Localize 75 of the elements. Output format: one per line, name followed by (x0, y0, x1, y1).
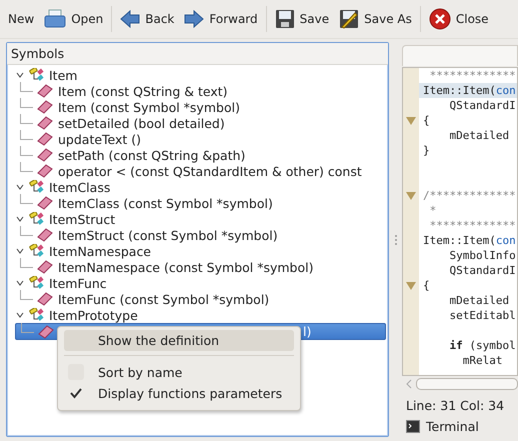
code-line: mDetailed (448, 128, 510, 143)
tree-item[interactable]: Item (const Symbol *symbol) (15, 99, 388, 115)
tree-item[interactable]: setPath (const QString &path) (15, 147, 388, 163)
function-icon (37, 292, 53, 306)
code-line: ************* (428, 218, 517, 233)
menu-item[interactable]: Sort by name (64, 362, 294, 383)
tree-item[interactable]: operator < (const QStandardItem & other) const (15, 163, 388, 179)
tree-item[interactable]: ItemClass (const Symbol *symbol) (15, 195, 388, 211)
cursor-position: Line: 31 Col: 34 (405, 396, 506, 414)
toolbar-button[interactable]: Back (115, 3, 180, 35)
close-icon (428, 8, 451, 30)
code-line: mRelat (462, 353, 504, 368)
function-icon (37, 84, 53, 98)
code-line: * (428, 203, 438, 218)
class-icon (29, 68, 45, 82)
editor-tab[interactable] (402, 45, 518, 66)
function-icon (37, 196, 53, 210)
class-icon (29, 212, 45, 226)
toolbar-button[interactable]: Forward (179, 3, 263, 35)
code-line: } (422, 143, 431, 158)
splitter-handle-icon[interactable] (394, 234, 396, 244)
function-icon (37, 260, 53, 274)
code-line: /************* (422, 188, 517, 203)
back-arrow-icon (120, 10, 140, 28)
class-icon (29, 244, 45, 258)
tree-item[interactable]: updateText () (15, 131, 388, 147)
class-icon (29, 180, 45, 194)
tree-item[interactable]: ItemStruct (15, 211, 388, 227)
function-icon (37, 164, 53, 178)
toolbar-button[interactable]: Save (270, 3, 334, 35)
toolbar-button[interactable]: New (3, 3, 40, 35)
code-line: mDetailed (448, 293, 510, 308)
menu-item[interactable]: Display functions parameters (64, 383, 294, 404)
panel-header: Symbols (7, 43, 388, 65)
class-icon (29, 276, 45, 290)
fold-marker-icon[interactable] (406, 282, 416, 290)
function-icon (37, 100, 53, 114)
code-line: if (symbol (448, 338, 517, 353)
tree-item[interactable]: ItemFunc (15, 275, 388, 291)
scroll-left-icon[interactable] (406, 378, 412, 388)
toolbar-button[interactable]: Open (39, 3, 108, 35)
tree-item[interactable]: ItemFunc (const Symbol *symbol) (15, 291, 388, 307)
tree-item[interactable]: Item (const QString & text) (15, 83, 388, 99)
function-icon (38, 324, 54, 338)
code-line: QStandardI (448, 263, 517, 278)
terminal-button[interactable]: Terminal (402, 416, 518, 436)
terminal-icon (406, 420, 420, 432)
code-line: SymbolInfo (448, 248, 517, 263)
toolbar-button[interactable]: Save As (334, 3, 417, 35)
function-icon (37, 132, 53, 146)
code-line: Item::Item(con (422, 233, 517, 248)
function-icon (37, 116, 53, 130)
scrollbar-thumb[interactable] (416, 378, 518, 390)
code-line: QStandardI (448, 98, 517, 113)
fold-marker-icon[interactable] (406, 192, 416, 200)
tree-item[interactable]: setDetailed (bool detailed) (15, 115, 388, 131)
tree-item[interactable]: ItemPrototype (15, 307, 388, 323)
tree-item[interactable]: ItemNamespace (const Symbol *symbol) (15, 259, 388, 275)
tree-item[interactable]: Item (15, 67, 388, 83)
tree-item[interactable]: ItemNamespace (15, 243, 388, 259)
fold-marker-icon[interactable] (406, 116, 416, 124)
floppy-pencil-icon (339, 9, 360, 29)
class-icon (29, 308, 45, 322)
code-line: ************* (428, 68, 517, 83)
function-icon (37, 228, 53, 242)
code-line: { (422, 278, 431, 293)
toolbar-button[interactable]: Close (424, 3, 494, 35)
code-line: setEditabl (448, 308, 517, 323)
menu-item[interactable]: Show the definition (64, 330, 294, 351)
tree-item[interactable]: ItemStruct (const Symbol *symbol) (15, 227, 388, 243)
code-line: { (422, 113, 431, 128)
tree-item[interactable]: ItemClass (15, 179, 388, 195)
function-icon (37, 148, 53, 162)
printer-icon (44, 9, 66, 29)
forward-arrow-icon (184, 10, 204, 28)
